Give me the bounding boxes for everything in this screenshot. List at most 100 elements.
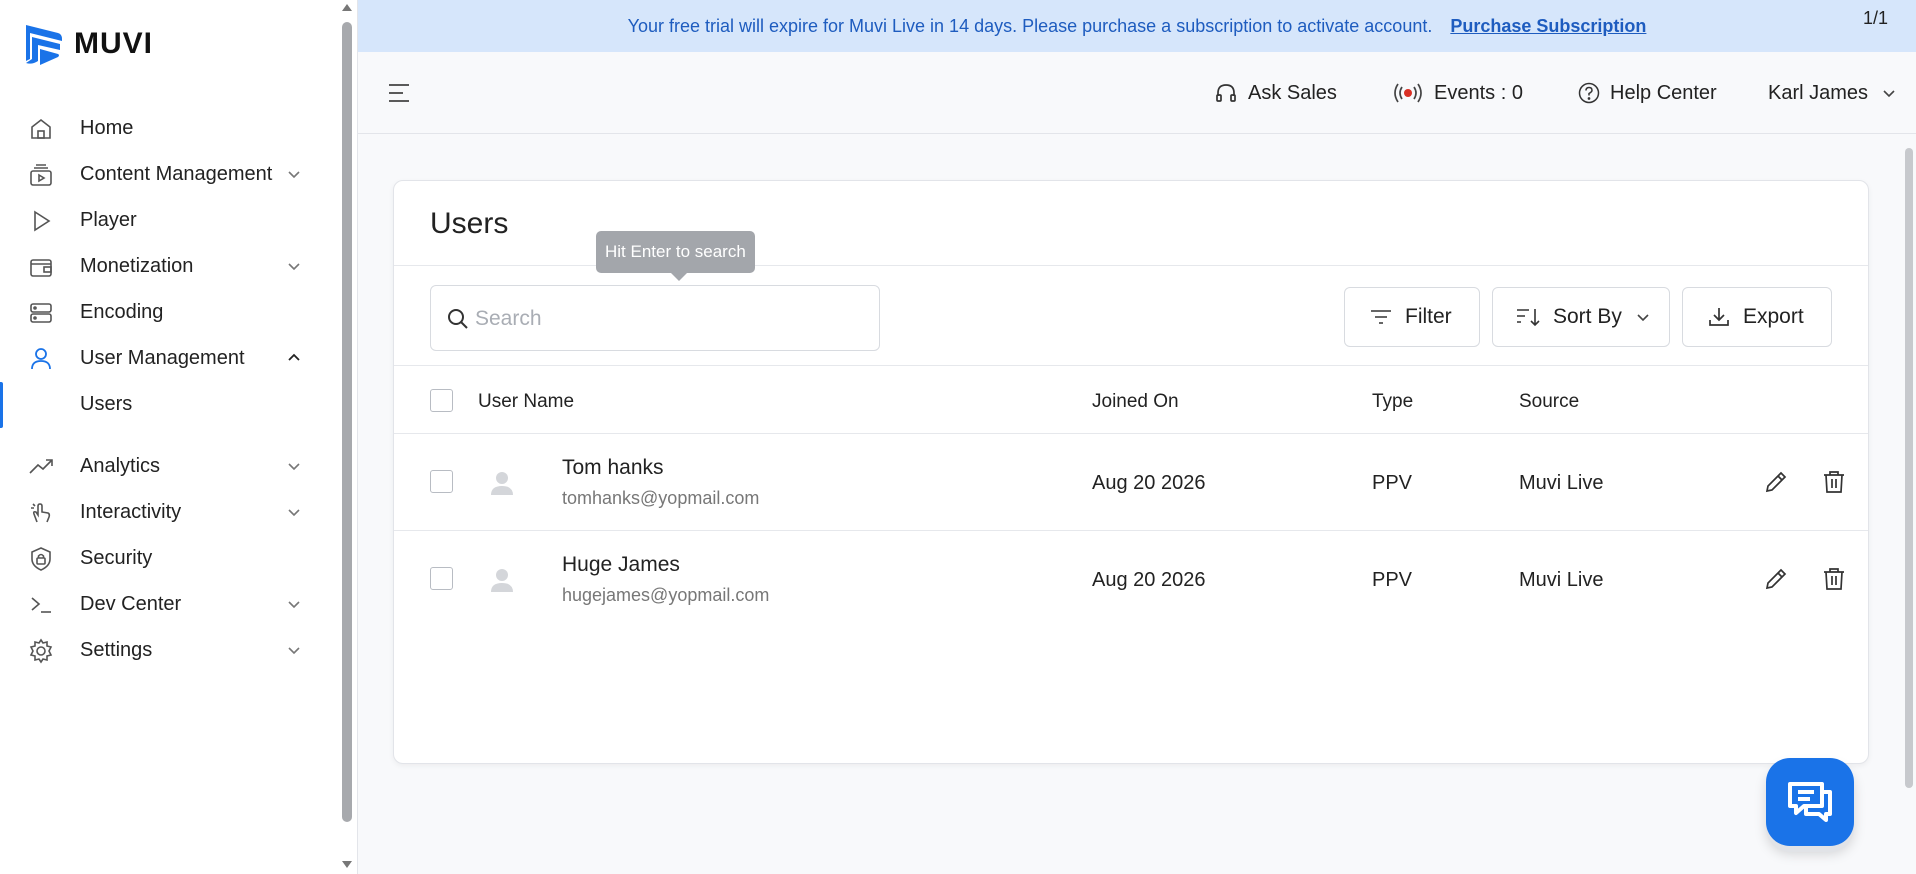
sort-icon xyxy=(1517,309,1540,327)
help-center-button[interactable]: Help Center xyxy=(1578,78,1717,108)
content-icon xyxy=(30,164,52,186)
search-input[interactable] xyxy=(475,298,855,340)
chevron-down-icon xyxy=(288,647,300,655)
sidebar-scrollbar[interactable] xyxy=(340,0,354,874)
banner-counter: 1/1 xyxy=(1862,8,1888,28)
row-checkbox[interactable] xyxy=(430,567,453,590)
help-center-label: Help Center xyxy=(1610,81,1717,104)
user-email: tomhanks@yopmail.com xyxy=(562,488,760,508)
help-circle-icon xyxy=(1578,82,1600,104)
delete-icon[interactable] xyxy=(1820,468,1848,496)
headset-icon xyxy=(1216,84,1236,102)
sidebar-item-label: Dev Center xyxy=(80,592,182,615)
sidebar-subitem-users[interactable]: Users xyxy=(0,382,330,428)
user-name[interactable]: Huge James xyxy=(562,553,680,577)
sidebar-item-monetization[interactable]: Monetization xyxy=(0,244,330,288)
menu-icon[interactable] xyxy=(386,80,412,106)
chevron-down-icon xyxy=(1883,90,1895,98)
avatar xyxy=(491,569,513,592)
column-header-source[interactable]: Source xyxy=(1519,391,1579,413)
user-type: PPV xyxy=(1372,569,1413,591)
play-icon xyxy=(34,210,51,232)
export-label: Export xyxy=(1743,305,1804,328)
user-source: Muvi Live xyxy=(1519,569,1604,591)
user-email: hugejames@yopmail.com xyxy=(562,585,770,605)
sidebar-item-label: Interactivity xyxy=(80,500,182,523)
sort-by-label: Sort By xyxy=(1553,305,1622,328)
search-box[interactable] xyxy=(430,285,880,351)
events-button[interactable]: Events : 0 xyxy=(1392,78,1523,108)
user-name: Karl James xyxy=(1768,81,1869,104)
sidebar-item-content-management[interactable]: Content Management xyxy=(0,152,330,196)
divider xyxy=(394,365,1868,366)
chevron-down-icon xyxy=(288,509,300,517)
scroll-down-arrow-icon[interactable] xyxy=(341,860,353,870)
sidebar-item-label: Home xyxy=(80,116,134,139)
filter-button[interactable]: Filter xyxy=(1344,287,1480,347)
joined-on: Aug 20 2026 xyxy=(1092,569,1206,591)
ask-sales-label: Ask Sales xyxy=(1248,81,1337,104)
select-all-checkbox[interactable] xyxy=(430,389,453,412)
muvi-logo[interactable]: MUVI xyxy=(20,20,153,68)
hand-icon xyxy=(31,503,51,523)
users-card: Users Hit Enter to search Filter Sort By… xyxy=(393,180,1869,764)
chat-icon xyxy=(1788,782,1832,822)
sidebar-item-dev-center[interactable]: Dev Center xyxy=(0,582,330,626)
top-bar: Ask Sales Events : 0 Help Center Karl Ja… xyxy=(358,52,1916,134)
home-icon xyxy=(31,118,51,139)
chevron-down-icon xyxy=(288,463,300,471)
sidebar-item-home[interactable]: Home xyxy=(0,106,330,150)
gear-icon xyxy=(29,638,53,664)
muvi-logo-icon xyxy=(26,25,62,65)
edit-icon[interactable] xyxy=(1762,565,1790,593)
main-content: Users Hit Enter to search Filter Sort By… xyxy=(358,134,1916,874)
terminal-icon xyxy=(31,597,51,613)
shield-icon xyxy=(31,547,51,571)
sidebar-item-label: Analytics xyxy=(80,454,161,477)
trial-banner-text: Your free trial will expire for Muvi Liv… xyxy=(627,15,1433,36)
sidebar-item-label: User Management xyxy=(80,346,245,369)
sidebar-item-analytics[interactable]: Analytics xyxy=(0,444,330,488)
filter-label: Filter xyxy=(1405,305,1452,328)
sidebar-scroll-thumb[interactable] xyxy=(342,22,352,822)
sidebar-item-label: Content Management xyxy=(80,162,273,185)
user-type: PPV xyxy=(1372,472,1413,494)
sidebar-item-encoding[interactable]: Encoding xyxy=(0,290,330,334)
sidebar-item-player[interactable]: Player xyxy=(0,198,330,242)
edit-icon[interactable] xyxy=(1762,468,1790,496)
sidebar-item-settings[interactable]: Settings xyxy=(0,628,330,672)
sidebar-item-user-management[interactable]: User Management xyxy=(0,336,330,380)
active-indicator xyxy=(0,382,3,428)
column-header-joined-on[interactable]: Joined On xyxy=(1092,391,1179,413)
user-icon xyxy=(31,348,51,370)
main-scroll-thumb[interactable] xyxy=(1905,148,1913,788)
joined-on: Aug 20 2026 xyxy=(1092,472,1206,494)
chevron-down-icon xyxy=(1637,314,1649,322)
chat-support-button[interactable] xyxy=(1766,758,1854,846)
search-tooltip: Hit Enter to search xyxy=(596,231,755,281)
sidebar-item-interactivity[interactable]: Interactivity xyxy=(0,490,330,534)
column-header-type[interactable]: Type xyxy=(1372,391,1413,413)
row-checkbox[interactable] xyxy=(430,470,453,493)
sidebar-item-security[interactable]: Security xyxy=(0,536,330,580)
filter-icon xyxy=(1371,310,1391,324)
scroll-up-arrow-icon[interactable] xyxy=(341,2,353,12)
chevron-down-icon xyxy=(288,171,300,179)
purchase-subscription-link[interactable]: Purchase Subscription xyxy=(1450,16,1646,37)
divider xyxy=(394,433,1868,434)
user-name[interactable]: Tom hanks xyxy=(562,456,664,480)
sort-by-button[interactable]: Sort By xyxy=(1492,287,1670,347)
delete-icon[interactable] xyxy=(1820,565,1848,593)
main-scrollbar[interactable] xyxy=(1904,148,1914,788)
user-menu[interactable]: Karl James xyxy=(1768,78,1906,108)
sidebar-subitem-label: Users xyxy=(80,392,133,415)
chevron-up-icon xyxy=(288,353,300,361)
trend-icon xyxy=(29,459,53,474)
sidebar-item-label: Monetization xyxy=(80,254,194,277)
search-icon xyxy=(448,309,468,329)
column-header-user-name[interactable]: User Name xyxy=(478,391,574,413)
download-icon xyxy=(1709,308,1729,326)
ask-sales-button[interactable]: Ask Sales xyxy=(1214,78,1337,108)
export-button[interactable]: Export xyxy=(1682,287,1832,347)
live-broadcast-icon xyxy=(1394,83,1422,103)
